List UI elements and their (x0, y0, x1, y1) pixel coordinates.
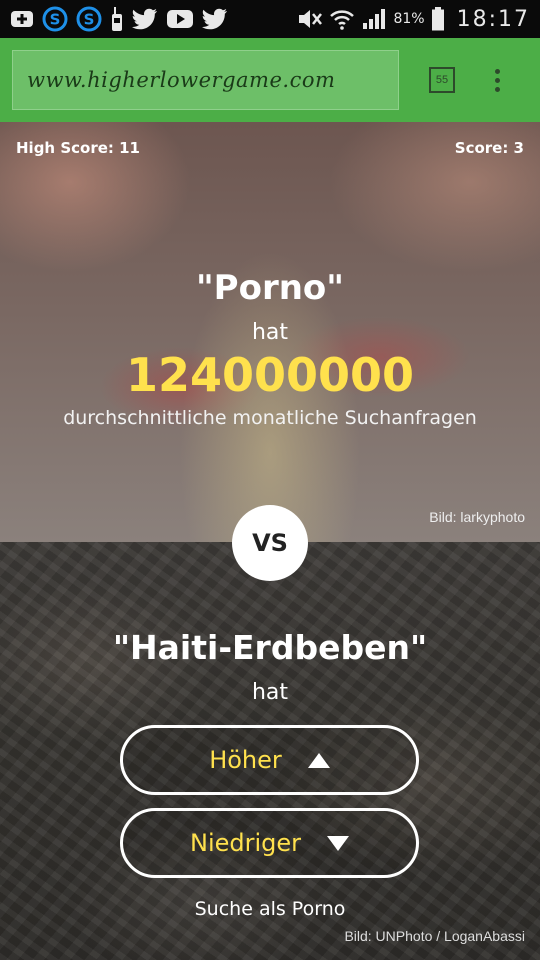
youtube-icon (166, 9, 194, 29)
image-credit-bottom: Bild: UNPhoto / LoganAbassi (344, 928, 525, 944)
browser-toolbar: www.higherlowergame.com 55 (0, 38, 540, 122)
high-score-label: High Score: 11 (16, 139, 140, 157)
current-term-panel: High Score: 11 Score: 3 "Porno" hat 1240… (0, 122, 540, 542)
twitter-icon (202, 8, 228, 30)
lower-button[interactable]: Niedriger (120, 808, 419, 878)
higher-button[interactable]: Höher (120, 725, 419, 795)
svg-text:S: S (84, 11, 95, 29)
current-term-searches: 124000000 (125, 348, 415, 402)
plus-box-icon (10, 9, 34, 29)
walkie-icon (110, 6, 124, 32)
score-label: Score: 3 (454, 139, 524, 157)
battery-percent: 81% (393, 11, 425, 27)
vs-badge: VS (232, 505, 308, 581)
current-term-has: hat (251, 320, 289, 345)
signal-icon (361, 7, 387, 31)
battery-icon (431, 6, 445, 32)
clock: 18:17 (456, 6, 530, 32)
challenger-term-panel: "Haiti-Erdbeben" hat Höher Niedriger Suc… (0, 542, 540, 960)
skype-icon: S (42, 6, 68, 32)
twitter-icon (132, 8, 158, 30)
arrow-up-icon (307, 752, 330, 768)
challenger-term-name: "Haiti-Erdbeben" (112, 628, 428, 667)
svg-text:S: S (50, 11, 61, 29)
search-as-link[interactable]: Suche als Porno (0, 898, 540, 920)
challenger-term-has: hat (251, 680, 289, 705)
mute-icon (297, 7, 323, 31)
address-bar[interactable]: www.higherlowergame.com (12, 50, 399, 110)
image-credit-top: Bild: larkyphoto (429, 509, 525, 525)
skype-icon: S (76, 6, 102, 32)
url-text[interactable]: www.higherlowergame.com (27, 68, 335, 92)
current-term-name: "Porno" (195, 268, 345, 308)
tab-switcher-button[interactable]: 55 (429, 67, 455, 93)
overflow-menu-icon[interactable] (495, 68, 500, 92)
system-indicators: 81% 18:17 (297, 6, 530, 32)
wifi-icon (329, 7, 355, 31)
searches-description: durchschnittliche monatliche Suchanfrage… (63, 407, 477, 429)
arrow-down-icon (327, 835, 350, 851)
lower-label: Niedriger (189, 829, 302, 857)
notification-icons: S S (10, 6, 228, 32)
status-bar: S S 81% 18:17 (0, 0, 540, 38)
higher-label: Höher (209, 746, 282, 774)
